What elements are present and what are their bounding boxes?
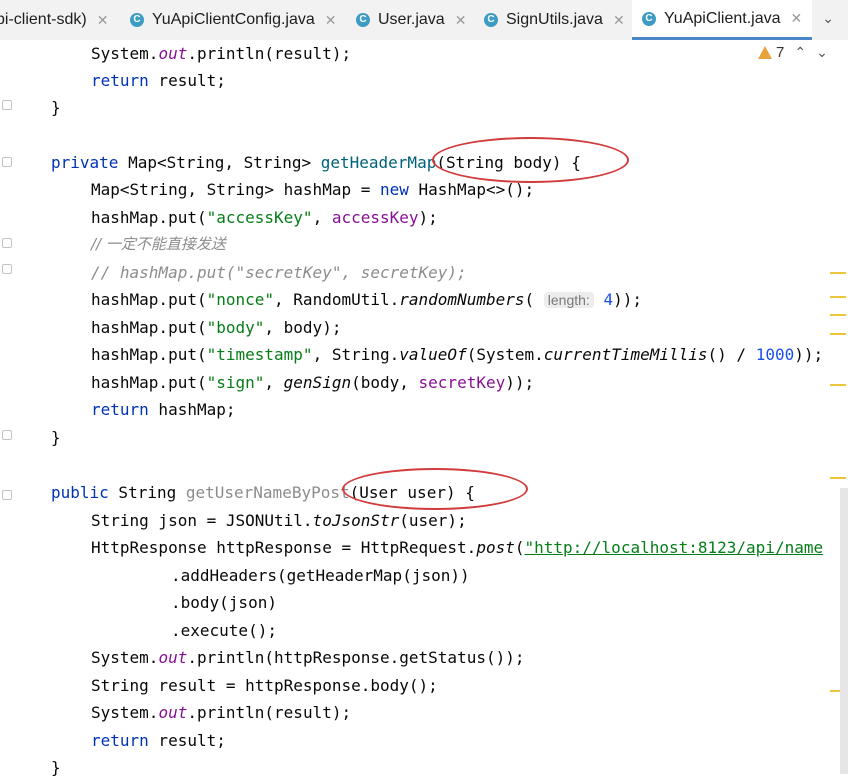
code-line: System.out.println(httpResponse.getStatu… [91, 648, 525, 667]
warning-stripe-mark[interactable] [830, 477, 846, 479]
tab-yuapiclientconfig[interactable]: C YuApiClientConfig.java ✕ [130, 0, 337, 40]
fold-icon[interactable] [2, 100, 12, 110]
tab-label: SignUtils.java [506, 11, 603, 28]
fold-icon[interactable] [2, 157, 12, 167]
code-line: System.out.println(result); [91, 44, 352, 63]
code-line: hashMap.put("sign", genSign(body, secret… [91, 373, 535, 392]
fold-icon[interactable] [2, 238, 12, 248]
warning-stripe-mark[interactable] [830, 384, 846, 386]
code-comment: // hashMap.put("secretKey", secretKey); [91, 263, 467, 282]
annotation-ellipse [342, 468, 528, 510]
code-comment: // 一定不能直接发送 [91, 235, 226, 253]
code-line: hashMap.put("body", body); [91, 318, 342, 337]
code-line: } [51, 758, 61, 777]
code-line: return hashMap; [91, 400, 236, 419]
annotation-ellipse [432, 137, 629, 183]
close-icon[interactable]: ✕ [455, 12, 467, 29]
warning-icon [758, 46, 772, 59]
close-icon[interactable]: ✕ [791, 10, 803, 27]
editor-tab-bar: pi-client-sdk) ✕ C YuApiClientConfig.jav… [0, 0, 848, 41]
chevron-up-icon[interactable]: ⌃ [794, 44, 806, 61]
code-line: String result = httpResponse.body(); [91, 676, 438, 695]
code-line: .body(json) [171, 593, 277, 612]
tab-label: YuApiClientConfig.java [152, 11, 315, 28]
tab-yuapiclient[interactable]: C YuApiClient.java ✕ [632, 0, 813, 40]
tab-label: pi-client-sdk) [0, 11, 87, 28]
tab-label: YuApiClient.java [664, 9, 781, 27]
class-icon: C [130, 13, 144, 27]
fold-icon[interactable] [2, 490, 12, 500]
code-line: hashMap.put("accessKey", accessKey); [91, 208, 438, 227]
code-line: System.out.println(result); [91, 703, 352, 722]
code-line: hashMap.put("nonce", RandomUtil.randomNu… [91, 290, 642, 309]
code-line: String json = JSONUtil.toJsonStr(user); [91, 511, 467, 530]
class-icon: C [356, 13, 370, 27]
parameter-hint: length: [543, 292, 594, 308]
inspection-widget[interactable]: 7 ⌃ ⌄ [758, 44, 828, 61]
tab-sdk-module[interactable]: pi-client-sdk) ✕ [0, 0, 108, 40]
close-icon[interactable]: ✕ [97, 12, 109, 29]
warning-stripe-mark[interactable] [830, 314, 846, 316]
code-line: } [51, 428, 61, 447]
warning-stripe-mark[interactable] [830, 272, 846, 274]
chevron-down-icon[interactable]: ⌄ [822, 10, 834, 27]
close-icon[interactable]: ✕ [325, 12, 337, 29]
chevron-down-icon[interactable]: ⌄ [816, 44, 828, 61]
code-line: Map<String, String> hashMap = new HashMa… [91, 180, 535, 199]
code-editor[interactable]: System.out.println(result); return resul… [0, 40, 848, 777]
code-line: return result; [91, 731, 226, 750]
class-icon: C [484, 13, 498, 27]
warning-count: 7 [776, 44, 785, 61]
vertical-scrollbar[interactable] [840, 488, 848, 774]
code-line: hashMap.put("timestamp", String.valueOf(… [91, 345, 824, 364]
class-icon: C [642, 11, 656, 26]
tab-signutils[interactable]: C SignUtils.java ✕ [484, 0, 625, 40]
code-line: .addHeaders(getHeaderMap(json)) [171, 566, 470, 585]
tab-label: User.java [378, 11, 445, 28]
code-line: } [51, 98, 61, 117]
fold-icon[interactable] [2, 430, 12, 440]
code-line: HttpResponse httpResponse = HttpRequest.… [91, 538, 824, 557]
warning-stripe-mark[interactable] [830, 333, 846, 335]
warning-stripe-mark[interactable] [830, 296, 846, 298]
close-icon[interactable]: ✕ [613, 12, 625, 29]
code-line: .execute(); [171, 621, 277, 640]
code-line: return result; [91, 71, 226, 90]
fold-icon[interactable] [2, 264, 12, 274]
tab-user[interactable]: C User.java ✕ [356, 0, 466, 40]
